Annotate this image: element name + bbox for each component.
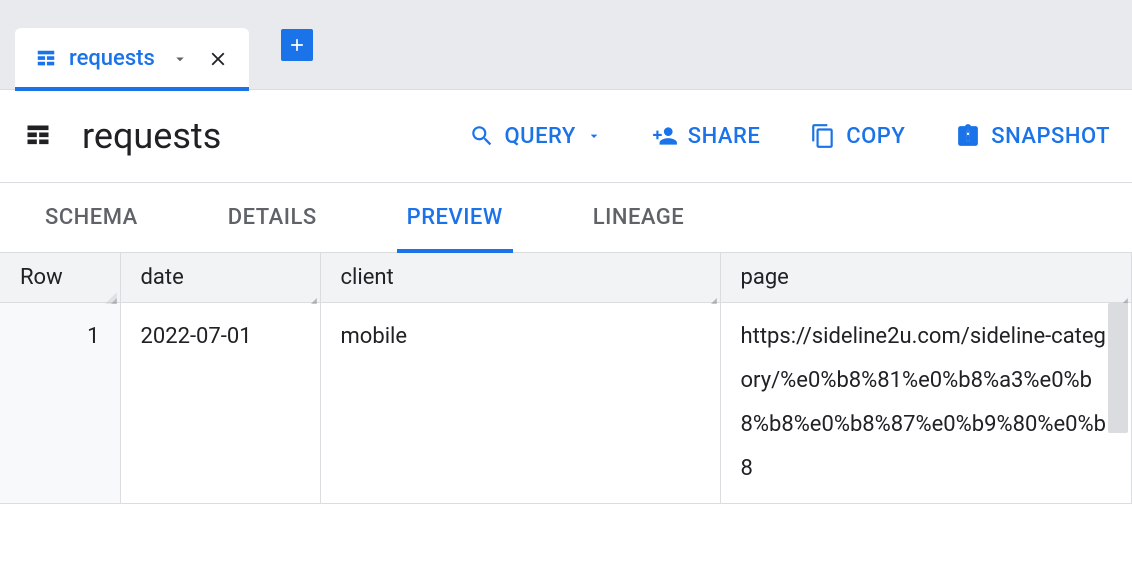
tab-title: requests (69, 46, 155, 71)
table-row[interactable]: 1 2022-07-01 mobile https://sideline2u.c… (0, 303, 1132, 504)
share-button[interactable]: SHARE (652, 123, 761, 149)
table-icon (22, 122, 54, 150)
copy-button[interactable]: COPY (810, 123, 905, 149)
search-icon (469, 123, 495, 149)
data-table: Row date client page 1 (0, 253, 1132, 504)
page-title: requests (82, 115, 469, 157)
tab-details[interactable]: DETAILS (228, 183, 317, 252)
column-header-page[interactable]: page (720, 253, 1132, 303)
cell-row: 1 (0, 303, 120, 504)
add-tab-button[interactable] (281, 29, 313, 61)
chevron-down-icon[interactable] (171, 50, 189, 68)
copy-label: COPY (846, 124, 905, 149)
share-icon (652, 123, 678, 149)
resize-handle-icon[interactable] (704, 286, 718, 300)
tab-lineage[interactable]: LINEAGE (593, 183, 685, 252)
sub-tabs: SCHEMA DETAILS PREVIEW LINEAGE (0, 183, 1132, 253)
plus-icon (287, 35, 307, 55)
snapshot-button[interactable]: SNAPSHOT (955, 123, 1110, 149)
cell-page: https://sideline2u.com/sideline-category… (720, 303, 1132, 504)
column-header-date[interactable]: date (120, 253, 320, 303)
copy-icon (810, 123, 836, 149)
cell-date: 2022-07-01 (120, 303, 320, 504)
close-icon[interactable] (207, 48, 229, 70)
column-header-client[interactable]: client (320, 253, 720, 303)
query-label: QUERY (505, 124, 576, 149)
resize-handle-icon[interactable] (304, 286, 318, 300)
chevron-down-icon (586, 128, 602, 144)
cell-client: mobile (320, 303, 720, 504)
column-header-row[interactable]: Row (0, 253, 120, 303)
share-label: SHARE (688, 124, 761, 149)
tab-preview[interactable]: PREVIEW (407, 183, 503, 252)
resize-handle-icon[interactable] (104, 286, 118, 300)
vertical-scrollbar[interactable] (1108, 303, 1128, 433)
query-button[interactable]: QUERY (469, 123, 602, 149)
tab-requests[interactable]: requests (15, 28, 249, 90)
table-icon (35, 48, 57, 70)
snapshot-icon (955, 123, 981, 149)
header-actions: QUERY SHARE COPY SNAPSHOT (469, 123, 1110, 149)
snapshot-label: SNAPSHOT (991, 124, 1110, 149)
header: requests QUERY SHARE COPY SNAPSHOT (0, 90, 1132, 183)
tab-bar: requests (0, 0, 1132, 90)
resize-handle-icon[interactable] (1115, 286, 1129, 300)
table-container: Row date client page 1 (0, 253, 1132, 504)
tab-schema[interactable]: SCHEMA (45, 183, 138, 252)
